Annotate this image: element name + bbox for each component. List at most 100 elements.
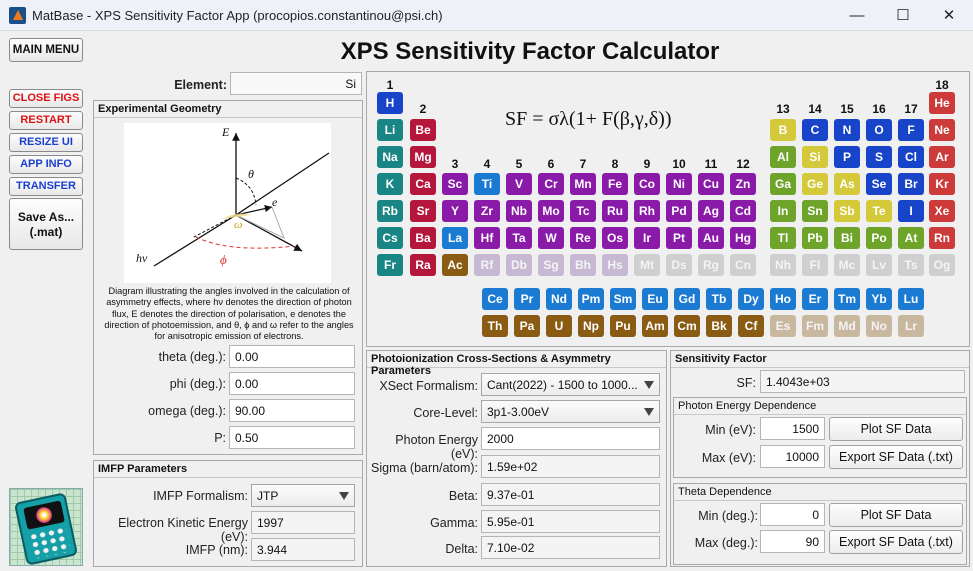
imfp-formalism-dropdown[interactable]: JTP [251, 484, 355, 507]
element-Am[interactable]: Am [642, 315, 668, 337]
element-Nh[interactable]: Nh [770, 254, 796, 276]
main-menu-button[interactable]: MAIN MENU [9, 38, 83, 62]
close-window-button[interactable]: ✕ [926, 0, 972, 31]
element-S[interactable]: S [866, 146, 892, 168]
element-Be[interactable]: Be [410, 119, 436, 141]
element-H[interactable]: H [377, 92, 403, 114]
element-Si[interactable]: Si [802, 146, 828, 168]
element-Br[interactable]: Br [898, 173, 924, 195]
element-Ba[interactable]: Ba [410, 227, 436, 249]
element-Ag[interactable]: Ag [698, 200, 724, 222]
element-Os[interactable]: Os [602, 227, 628, 249]
element-Sb[interactable]: Sb [834, 200, 860, 222]
element-O[interactable]: O [866, 119, 892, 141]
element-Ho[interactable]: Ho [770, 288, 796, 310]
element-Nd[interactable]: Nd [546, 288, 572, 310]
element-Mn[interactable]: Mn [570, 173, 596, 195]
xsect-formalism-dropdown[interactable]: Cant(2022) - 1500 to 1000... [481, 373, 660, 396]
close-figs-button[interactable]: CLOSE FIGS [9, 89, 83, 108]
element-Pb[interactable]: Pb [802, 227, 828, 249]
element-B[interactable]: B [770, 119, 796, 141]
element-Na[interactable]: Na [377, 146, 403, 168]
element-Zr[interactable]: Zr [474, 200, 500, 222]
element-U[interactable]: U [546, 315, 572, 337]
element-Fm[interactable]: Fm [802, 315, 828, 337]
element-Al[interactable]: Al [770, 146, 796, 168]
element-Re[interactable]: Re [570, 227, 596, 249]
element-Ce[interactable]: Ce [482, 288, 508, 310]
element-C[interactable]: C [802, 119, 828, 141]
element-Pd[interactable]: Pd [666, 200, 692, 222]
maximize-button[interactable]: ☐ [880, 0, 926, 31]
element-N[interactable]: N [834, 119, 860, 141]
min-deg-field[interactable]: 0 [760, 503, 825, 526]
element-Cr[interactable]: Cr [538, 173, 564, 195]
element-Pm[interactable]: Pm [578, 288, 604, 310]
element-Th[interactable]: Th [482, 315, 508, 337]
element-V[interactable]: V [506, 173, 532, 195]
element-No[interactable]: No [866, 315, 892, 337]
element-Sg[interactable]: Sg [538, 254, 564, 276]
element-Bh[interactable]: Bh [570, 254, 596, 276]
element-P[interactable]: P [834, 146, 860, 168]
element-Cm[interactable]: Cm [674, 315, 700, 337]
element-Hf[interactable]: Hf [474, 227, 500, 249]
element-Ts[interactable]: Ts [898, 254, 924, 276]
element-I[interactable]: I [898, 200, 924, 222]
element-Pt[interactable]: Pt [666, 227, 692, 249]
element-Cu[interactable]: Cu [698, 173, 724, 195]
element-Y[interactable]: Y [442, 200, 468, 222]
element-Sm[interactable]: Sm [610, 288, 636, 310]
element-Rb[interactable]: Rb [377, 200, 403, 222]
minimize-button[interactable]: — [834, 0, 880, 31]
element-Mc[interactable]: Mc [834, 254, 860, 276]
element-Np[interactable]: Np [578, 315, 604, 337]
element-Cs[interactable]: Cs [377, 227, 403, 249]
element-Es[interactable]: Es [770, 315, 796, 337]
element-Cl[interactable]: Cl [898, 146, 924, 168]
element-Gd[interactable]: Gd [674, 288, 700, 310]
element-Cd[interactable]: Cd [730, 200, 756, 222]
phi-field[interactable]: 0.00 [229, 372, 355, 395]
plot-sf-energy-button[interactable]: Plot SF Data [829, 417, 963, 441]
element-Ti[interactable]: Ti [474, 173, 500, 195]
transfer-button[interactable]: TRANSFER [9, 177, 83, 196]
element-As[interactable]: As [834, 173, 860, 195]
save-as-button[interactable]: Save As... (.mat) [9, 198, 83, 250]
plot-sf-theta-button[interactable]: Plot SF Data [829, 503, 963, 527]
element-Rh[interactable]: Rh [634, 200, 660, 222]
element-Mt[interactable]: Mt [634, 254, 660, 276]
element-Ge[interactable]: Ge [802, 173, 828, 195]
max-deg-field[interactable]: 90 [760, 530, 825, 553]
element-W[interactable]: W [538, 227, 564, 249]
element-Rg[interactable]: Rg [698, 254, 724, 276]
element-Ni[interactable]: Ni [666, 173, 692, 195]
element-Kr[interactable]: Kr [929, 173, 955, 195]
element-Tl[interactable]: Tl [770, 227, 796, 249]
element-Sc[interactable]: Sc [442, 173, 468, 195]
element-In[interactable]: In [770, 200, 796, 222]
element-Pu[interactable]: Pu [610, 315, 636, 337]
element-Md[interactable]: Md [834, 315, 860, 337]
element-Ne[interactable]: Ne [929, 119, 955, 141]
element-Bi[interactable]: Bi [834, 227, 860, 249]
app-info-button[interactable]: APP INFO [9, 155, 83, 174]
element-Hg[interactable]: Hg [730, 227, 756, 249]
element-Ar[interactable]: Ar [929, 146, 955, 168]
element-Lv[interactable]: Lv [866, 254, 892, 276]
photon-energy-field[interactable]: 2000 [481, 427, 660, 450]
export-sf-theta-button[interactable]: Export SF Data (.txt) [829, 530, 963, 554]
element-Eu[interactable]: Eu [642, 288, 668, 310]
element-Cf[interactable]: Cf [738, 315, 764, 337]
theta-field[interactable]: 0.00 [229, 345, 355, 368]
element-Lr[interactable]: Lr [898, 315, 924, 337]
element-Pa[interactable]: Pa [514, 315, 540, 337]
polarisation-field[interactable]: 0.50 [229, 426, 355, 449]
restart-button[interactable]: RESTART [9, 111, 83, 130]
element-Og[interactable]: Og [929, 254, 955, 276]
element-F[interactable]: F [898, 119, 924, 141]
element-At[interactable]: At [898, 227, 924, 249]
min-ev-field[interactable]: 1500 [760, 417, 825, 440]
element-Co[interactable]: Co [634, 173, 660, 195]
element-Ds[interactable]: Ds [666, 254, 692, 276]
